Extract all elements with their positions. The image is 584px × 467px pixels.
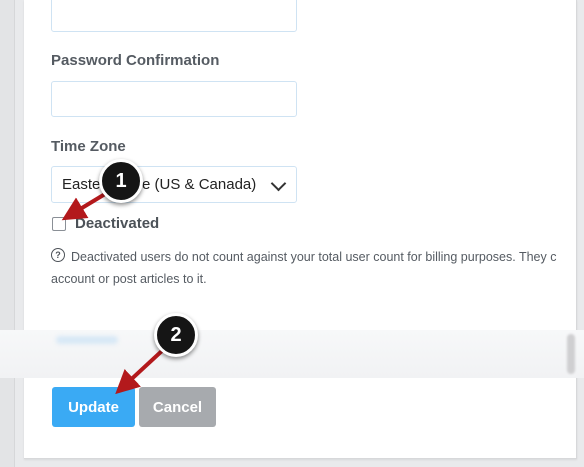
cancel-button[interactable]: Cancel [139, 387, 216, 427]
update-button[interactable]: Update [52, 387, 135, 427]
password-confirmation-field[interactable] [51, 81, 297, 117]
deactivated-label[interactable]: Deactivated [75, 215, 159, 232]
callout-2: 2 [154, 313, 198, 357]
screenshot-frame: Password Confirmation Time Zone Eastern … [0, 0, 584, 467]
chevron-down-icon [270, 175, 287, 192]
deactivated-checkbox[interactable] [52, 217, 66, 231]
deactivated-help-text-continued: account or post articles to it. [51, 272, 207, 286]
blurred-link [56, 336, 118, 344]
time-zone-selected-value: Eastern Time (US & Canada) [62, 176, 257, 193]
deactivated-help-text: Deactivated users do not count against y… [71, 250, 557, 264]
password-confirmation-label: Password Confirmation [51, 52, 220, 69]
time-zone-select[interactable]: Eastern Time (US & Canada) [51, 166, 297, 203]
callout-1: 1 [99, 159, 143, 203]
scrollbar-thumb[interactable] [567, 334, 575, 374]
time-zone-label: Time Zone [51, 138, 126, 155]
left-sidebar-edge [0, 0, 15, 467]
password-field[interactable] [51, 0, 297, 32]
